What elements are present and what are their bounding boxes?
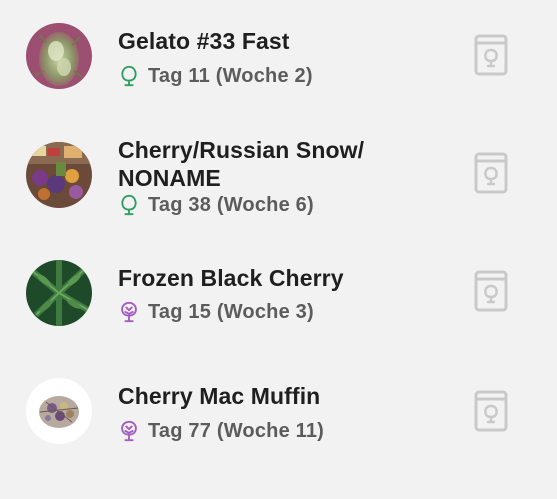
plant-photo-avatar bbox=[26, 142, 92, 208]
grow-list: Gelato #33 Fast Tag 11 (Woche 2) Cherry/… bbox=[0, 0, 557, 499]
grow-stage-text: Tag 38 (Woche 6) bbox=[148, 193, 314, 216]
grow-stage: Tag 11 (Woche 2) bbox=[118, 63, 313, 89]
grow-list-item[interactable]: Cherry/Russian Snow/ NONAME Tag 38 (Woch… bbox=[0, 118, 557, 228]
diary-book-icon[interactable] bbox=[474, 390, 508, 432]
grow-list-item[interactable]: Frozen Black Cherry Tag 15 (Woche 3) bbox=[0, 236, 557, 346]
plant-photo-avatar bbox=[26, 23, 92, 89]
plant-photo-avatar bbox=[26, 260, 92, 326]
grow-name: Gelato #33 Fast bbox=[118, 28, 290, 54]
grow-stage-text: Tag 77 (Woche 11) bbox=[148, 419, 325, 442]
flower-tree-icon bbox=[118, 301, 140, 323]
grow-stage: Tag 15 (Woche 3) bbox=[118, 299, 314, 325]
grow-name: Cherry/Russian Snow/ NONAME bbox=[118, 137, 365, 191]
grow-list-item[interactable]: Cherry Mac Muffin Tag 77 (Woche 11) bbox=[0, 354, 557, 464]
tree-outline-icon bbox=[118, 194, 140, 216]
grow-stage-text: Tag 15 (Woche 3) bbox=[148, 300, 314, 323]
grow-name: Cherry Mac Muffin bbox=[118, 383, 321, 409]
grow-stage-text: Tag 11 (Woche 2) bbox=[148, 64, 313, 87]
diary-book-icon[interactable] bbox=[474, 270, 508, 312]
diary-book-icon[interactable] bbox=[474, 152, 508, 194]
grow-stage: Tag 77 (Woche 11) bbox=[118, 418, 324, 444]
grow-name: Frozen Black Cherry bbox=[118, 265, 344, 291]
diary-book-icon[interactable] bbox=[474, 34, 508, 76]
grow-list-item[interactable]: Gelato #33 Fast Tag 11 (Woche 2) bbox=[0, 0, 557, 110]
flower-tree-icon bbox=[118, 420, 140, 442]
grow-stage: Tag 38 (Woche 6) bbox=[118, 192, 314, 218]
plant-photo-avatar bbox=[26, 378, 92, 444]
tree-outline-icon bbox=[118, 65, 140, 87]
